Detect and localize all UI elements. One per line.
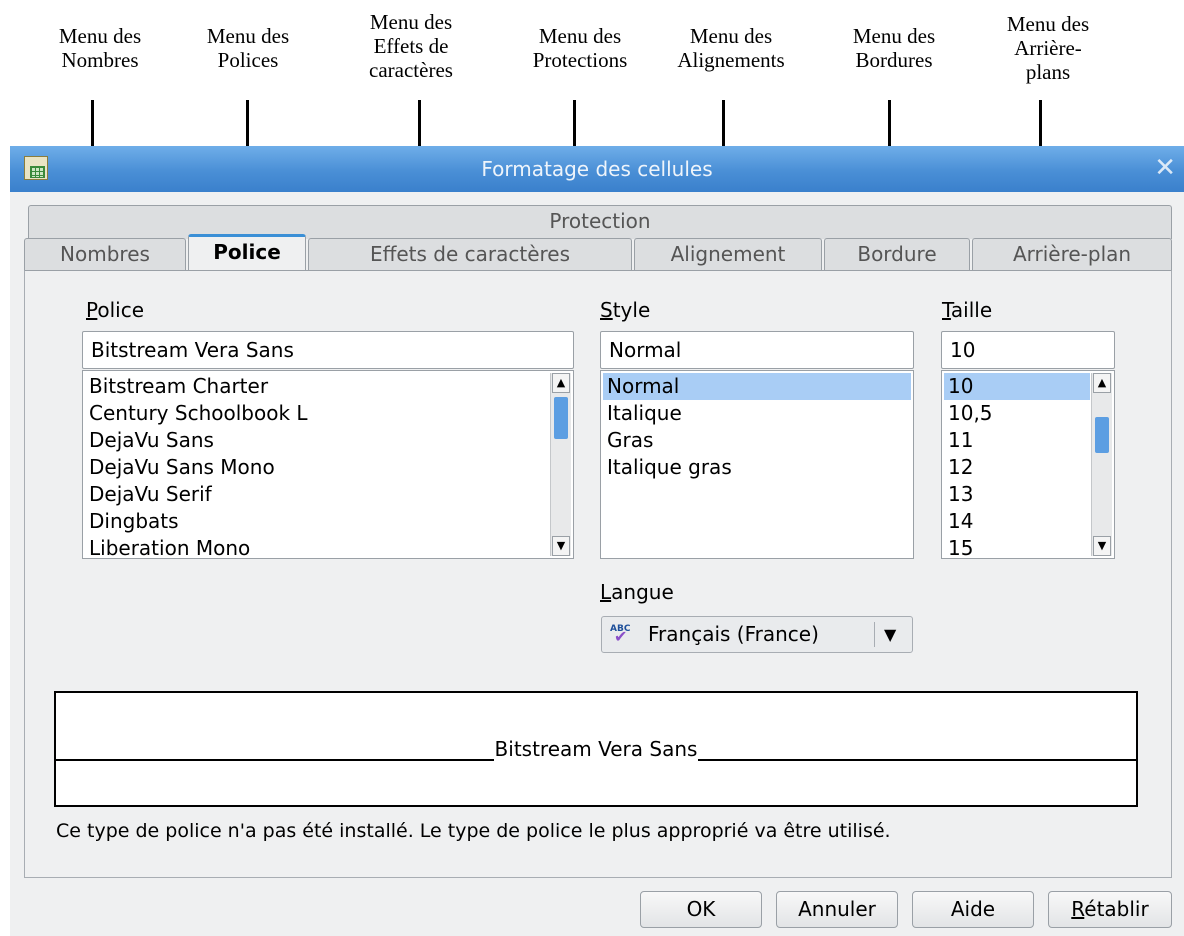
font-list-item[interactable]: Century Schoolbook L	[85, 400, 549, 427]
font-preview: Bitstream Vera Sans	[54, 691, 1138, 807]
size-list-item[interactable]: 12	[944, 454, 1090, 481]
size-list[interactable]: 10 10,5 11 12 13 14 15 ▲ ▼	[941, 370, 1115, 559]
font-list-item[interactable]: Dingbats	[85, 508, 549, 535]
preview-text: Bitstream Vera Sans	[493, 737, 699, 761]
size-list-item[interactable]: 10,5	[944, 400, 1090, 427]
spellcheck-icon: ABC ✔	[610, 624, 631, 646]
size-label: Taille	[942, 298, 993, 322]
size-list-scrollbar[interactable]: ▲ ▼	[1091, 373, 1112, 556]
tab-alignement[interactable]: Alignement	[634, 238, 822, 271]
tab-arriere-plan[interactable]: Arrière-plan	[972, 238, 1172, 271]
font-list-item[interactable]: DejaVu Serif	[85, 481, 549, 508]
size-list-item[interactable]: 14	[944, 508, 1090, 535]
annotation-effets: Menu des Effets de caractères	[369, 10, 453, 82]
font-list[interactable]: Bitstream Charter Century Schoolbook L D…	[82, 370, 574, 559]
size-list-item-selected[interactable]: 10	[944, 373, 1090, 400]
annotation-alignements: Menu des Alignements	[677, 24, 785, 72]
close-icon[interactable]: ✕	[1154, 153, 1176, 183]
style-list-item[interactable]: Gras	[603, 427, 911, 454]
ok-button[interactable]: OK	[640, 891, 762, 928]
font-list-item[interactable]: DejaVu Sans Mono	[85, 454, 549, 481]
style-label: Style	[600, 298, 651, 322]
dialog-title: Formatage des cellules	[481, 157, 713, 181]
style-input[interactable]: Normal	[600, 331, 914, 369]
scroll-up-icon[interactable]: ▲	[552, 373, 570, 393]
style-list-item[interactable]: Italique gras	[603, 454, 911, 481]
chevron-down-icon[interactable]: ▼	[884, 617, 896, 652]
tab-bordure[interactable]: Bordure	[824, 238, 970, 271]
font-name-input[interactable]: Bitstream Vera Sans	[82, 331, 574, 369]
annotation-polices: Menu des Polices	[206, 24, 290, 72]
annotation-protections: Menu des Protections	[532, 24, 628, 72]
language-label: Langue	[600, 580, 674, 604]
size-list-item[interactable]: 13	[944, 481, 1090, 508]
help-button[interactable]: Aide	[912, 891, 1034, 928]
size-list-item[interactable]: 11	[944, 427, 1090, 454]
language-selected-value: Français (France)	[648, 622, 819, 646]
font-list-item[interactable]: Liberation Mono	[85, 535, 549, 558]
font-list-item[interactable]: Bitstream Charter	[85, 373, 549, 400]
cancel-button[interactable]: Annuler	[776, 891, 898, 928]
style-list[interactable]: Normal Italique Gras Italique gras	[600, 370, 914, 559]
size-input[interactable]: 10	[941, 331, 1115, 369]
size-list-item[interactable]: 15	[944, 535, 1090, 558]
scroll-down-icon[interactable]: ▼	[1093, 536, 1111, 556]
font-list-item[interactable]: DejaVu Sans	[85, 427, 549, 454]
tab-nombres[interactable]: Nombres	[24, 238, 186, 271]
tab-effets-caracteres[interactable]: Effets de caractères	[308, 238, 632, 271]
scroll-up-icon[interactable]: ▲	[1093, 373, 1111, 393]
size-list-scroll-thumb[interactable]	[1095, 417, 1109, 453]
font-list-scrollbar[interactable]: ▲ ▼	[550, 373, 571, 556]
title-bar[interactable]: Formatage des cellules ✕	[10, 146, 1184, 192]
font-label: Police	[86, 298, 145, 322]
style-list-item-selected[interactable]: Normal	[603, 373, 911, 400]
reset-button[interactable]: Rétablir	[1048, 891, 1172, 928]
annotation-bordures: Menu des Bordures	[852, 24, 936, 72]
annotation-arriere-plans: Menu des Arrière- plans	[1006, 12, 1090, 84]
font-not-installed-notice: Ce type de police n'a pas été installé. …	[56, 820, 891, 842]
tab-police[interactable]: Police	[188, 234, 306, 271]
font-list-scroll-thumb[interactable]	[554, 397, 568, 439]
scroll-down-icon[interactable]: ▼	[552, 536, 570, 556]
style-list-item[interactable]: Italique	[603, 400, 911, 427]
annotation-nombres: Menu des Nombres	[58, 24, 142, 72]
language-dropdown[interactable]: ABC ✔ Français (France) ▼	[601, 616, 913, 653]
